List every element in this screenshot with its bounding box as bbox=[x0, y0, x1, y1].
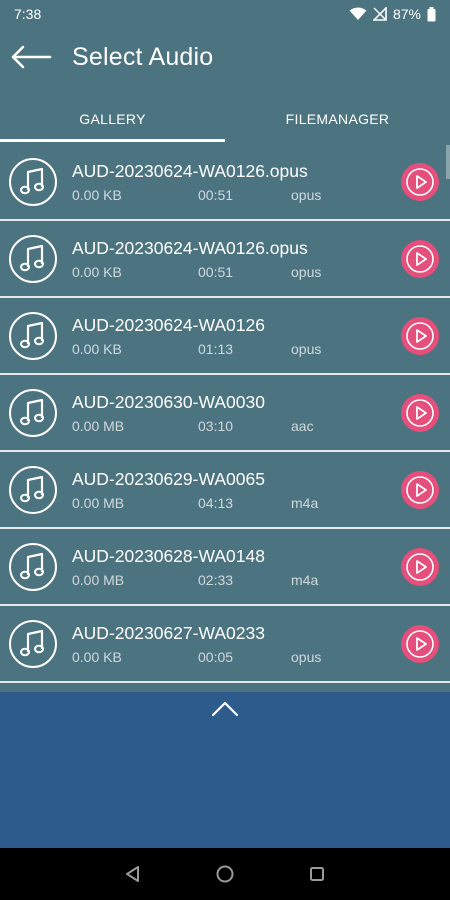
file-size: 0.00 KB bbox=[72, 187, 122, 203]
file-name: AUD-20230624-WA0126 bbox=[72, 315, 265, 335]
file-size: 0.00 KB bbox=[72, 264, 122, 280]
home-circle-icon[interactable] bbox=[215, 864, 235, 884]
status-time: 7:38 bbox=[14, 6, 42, 22]
file-duration: 01:13 bbox=[198, 341, 234, 357]
file-duration: 00:51 bbox=[198, 264, 234, 280]
wifi-icon bbox=[349, 7, 367, 21]
list-item[interactable]: AUD-20230628-WA0148 0.00 MB 02:33 m4a bbox=[0, 529, 450, 606]
list-item-content: AUD-20230629-WA0065 0.00 MB 04:13 m4a bbox=[0, 452, 443, 527]
arrow-left-icon bbox=[11, 45, 52, 69]
file-size: 0.00 MB bbox=[72, 572, 125, 588]
file-name: AUD-20230624-WA0126.opus bbox=[72, 238, 308, 258]
music-note-icon bbox=[8, 619, 58, 669]
file-name: AUD-20230627-WA0233 bbox=[72, 623, 265, 643]
file-duration: 03:10 bbox=[198, 418, 234, 434]
music-note-icon bbox=[8, 234, 58, 284]
bottom-panel bbox=[0, 692, 450, 848]
no-sim-icon bbox=[372, 7, 387, 21]
file-format: opus bbox=[291, 187, 322, 203]
file-format: opus bbox=[291, 649, 322, 665]
play-icon bbox=[400, 163, 440, 206]
file-size: 0.00 MB bbox=[72, 495, 125, 511]
play-button[interactable] bbox=[400, 239, 440, 279]
file-name: AUD-20230628-WA0148 bbox=[72, 546, 265, 566]
status-bar: 7:38 87% bbox=[0, 0, 450, 28]
file-format: opus bbox=[291, 341, 322, 357]
list-item[interactable]: AUD-20230627-WA0233 0.00 KB 00:05 opus bbox=[0, 606, 450, 683]
play-button[interactable] bbox=[400, 470, 440, 510]
file-duration: 00:51 bbox=[198, 187, 234, 203]
file-size: 0.00 KB bbox=[72, 341, 122, 357]
chevron-up-icon[interactable] bbox=[211, 700, 239, 718]
play-button[interactable] bbox=[400, 316, 440, 356]
play-icon bbox=[400, 317, 440, 360]
file-duration: 00:05 bbox=[198, 649, 234, 665]
play-icon bbox=[400, 471, 440, 514]
file-format: opus bbox=[291, 264, 322, 280]
tab-filemanager-label: FILEMANAGER bbox=[285, 111, 390, 127]
page-title: Select Audio bbox=[72, 42, 214, 71]
file-name: AUD-20230630-WA0030 bbox=[72, 392, 265, 412]
file-name: AUD-20230624-WA0126.opus bbox=[72, 161, 308, 181]
file-format: m4a bbox=[291, 495, 319, 511]
play-icon bbox=[400, 394, 440, 437]
list-item[interactable]: AUD-20230629-WA0065 0.00 MB 04:13 m4a bbox=[0, 452, 450, 529]
music-note-icon bbox=[8, 465, 58, 515]
list-item[interactable]: AUD-20230624-WA0126.opus 0.00 KB 00:51 opus bbox=[0, 144, 450, 221]
list-item-content: AUD-20230624-WA0126.opus 0.00 KB 00:51 opus bbox=[0, 144, 443, 219]
file-duration: 04:13 bbox=[198, 495, 234, 511]
play-button[interactable] bbox=[400, 393, 440, 433]
battery-level-text: 87% bbox=[392, 6, 421, 22]
recents-square-icon[interactable] bbox=[307, 864, 327, 884]
file-format: m4a bbox=[291, 572, 319, 588]
list-item[interactable]: AUD-20230630-WA0030 0.00 MB 03:10 aac bbox=[0, 375, 450, 452]
file-size: 0.00 MB bbox=[72, 418, 125, 434]
file-name: AUD-20230629-WA0065 bbox=[72, 469, 265, 489]
play-button[interactable] bbox=[400, 162, 440, 202]
tab-filemanager[interactable]: FILEMANAGER bbox=[225, 96, 450, 142]
system-navigation-bar bbox=[0, 848, 450, 900]
status-icons: 87% bbox=[349, 6, 436, 22]
tab-gallery-label: GALLERY bbox=[79, 111, 146, 127]
play-button[interactable] bbox=[400, 624, 440, 664]
file-size: 0.00 KB bbox=[72, 649, 122, 665]
play-icon bbox=[400, 548, 440, 591]
play-icon bbox=[400, 625, 440, 668]
list-item[interactable]: AUD-20230624-WA0126 0.00 KB 01:13 opus bbox=[0, 298, 450, 375]
list-item-content: AUD-20230628-WA0148 0.00 MB 02:33 m4a bbox=[0, 529, 443, 604]
scrollbar-thumb[interactable] bbox=[446, 145, 450, 179]
list-item[interactable]: AUD-20230624-WA0126.opus 0.00 KB 00:51 opus bbox=[0, 221, 450, 298]
app-bar: Select Audio bbox=[0, 28, 450, 86]
tab-bar: GALLERY FILEMANAGER bbox=[0, 96, 450, 142]
music-note-icon bbox=[8, 311, 58, 361]
back-triangle-icon[interactable] bbox=[123, 864, 143, 884]
audio-file-list[interactable]: AUD-20230624-WA0126.opus 0.00 KB 00:51 opus… bbox=[0, 144, 450, 692]
play-button[interactable] bbox=[400, 547, 440, 587]
list-item-content: AUD-20230630-WA0030 0.00 MB 03:10 aac bbox=[0, 375, 443, 450]
file-duration: 02:33 bbox=[198, 572, 234, 588]
music-note-icon bbox=[8, 542, 58, 592]
tab-gallery[interactable]: GALLERY bbox=[0, 96, 225, 142]
list-item-content: AUD-20230624-WA0126 0.00 KB 01:13 opus bbox=[0, 298, 443, 373]
list-item-content: AUD-20230624-WA0126.opus 0.00 KB 00:51 opus bbox=[0, 221, 443, 296]
battery-icon bbox=[427, 6, 436, 22]
list-item-content: AUD-20230627-WA0233 0.00 KB 00:05 opus bbox=[0, 606, 443, 681]
file-format: aac bbox=[291, 418, 314, 434]
play-icon bbox=[400, 240, 440, 283]
music-note-icon bbox=[8, 157, 58, 207]
back-button[interactable] bbox=[0, 28, 62, 86]
music-note-icon bbox=[8, 388, 58, 438]
